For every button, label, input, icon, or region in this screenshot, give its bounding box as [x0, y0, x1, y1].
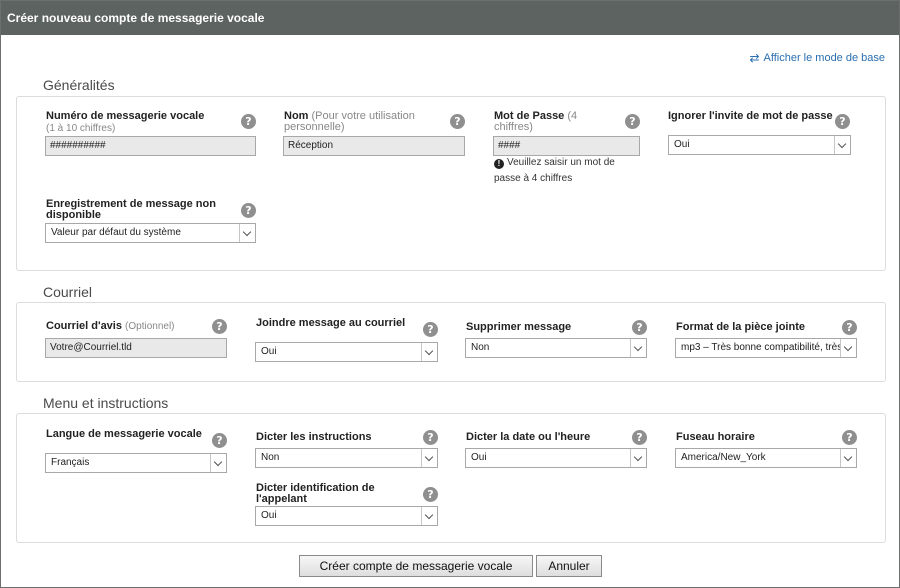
help-icon[interactable]: ? [212, 319, 227, 334]
language-label: Langue de messagerie vocale [46, 428, 202, 440]
name-input[interactable]: Réception [283, 136, 465, 156]
attach-label: Joindre message au courriel [256, 317, 406, 329]
password-input[interactable]: #### [493, 136, 640, 156]
unavailable-message-label: Enregistrement de message non disponible [46, 198, 216, 221]
chevron-down-icon [630, 449, 646, 467]
password-label: Mot de Passe (4 chiffres) [494, 110, 578, 133]
mailbox-number-label: Numéro de messagerie vocale (1 à 10 chiff… [46, 110, 205, 135]
help-icon[interactable]: ? [632, 430, 647, 445]
help-icon[interactable]: ? [241, 114, 256, 129]
name-label: Nom (Pour votre utilisation personnelle) [284, 110, 415, 133]
help-icon[interactable]: ? [835, 114, 850, 129]
create-button[interactable]: Créer compte de messagerie vocale [299, 555, 533, 577]
timezone-select[interactable]: America/New_York [675, 448, 857, 468]
warning-icon: ! [494, 159, 504, 169]
mailbox-number-input[interactable]: ########## [45, 136, 256, 156]
timezone-label: Fuseau horaire [676, 431, 755, 443]
help-icon[interactable]: ? [632, 320, 647, 335]
unavailable-message-select[interactable]: Valeur par défaut du système [45, 223, 256, 243]
general-panel: Numéro de messagerie vocale (1 à 10 chiff… [16, 96, 886, 271]
help-icon[interactable]: ? [241, 203, 256, 218]
skip-prompt-label: Ignorer l'invite de mot de passe [668, 110, 833, 122]
chevron-down-icon [239, 224, 255, 242]
chevron-down-icon [421, 449, 437, 467]
chevron-down-icon [210, 454, 226, 472]
chevron-down-icon [840, 339, 856, 357]
chevron-down-icon [834, 136, 850, 154]
delete-select[interactable]: Non [465, 338, 647, 358]
create-voicemail-dialog: Créer nouveau compte de messagerie vocal… [0, 0, 900, 588]
language-select[interactable]: Français [45, 453, 227, 473]
cancel-button[interactable]: Annuler [536, 555, 602, 577]
swap-icon: ⇄ [749, 51, 760, 65]
menu-panel: Langue de messagerie vocale ? Français D… [16, 413, 886, 543]
section-title-menu: Menu et instructions [43, 395, 169, 411]
section-title-general: Généralités [43, 77, 115, 93]
dialog-title: Créer nouveau compte de messagerie vocal… [1, 1, 899, 35]
notify-email-label: Courriel d'avis (Optionnel) [46, 320, 175, 333]
attach-select[interactable]: Oui [255, 342, 438, 362]
section-title-email: Courriel [43, 284, 93, 300]
skip-prompt-select[interactable]: Oui [668, 135, 851, 155]
help-icon[interactable]: ? [212, 433, 227, 448]
help-icon[interactable]: ? [842, 320, 857, 335]
format-label: Format de la pièce jointe [676, 321, 805, 333]
password-warning: ! Veuillez saisir un mot de passe à 4 chi… [494, 157, 615, 184]
help-icon[interactable]: ? [423, 430, 438, 445]
email-panel: Courriel d'avis (Optionnel) ? Votre@Cour… [16, 302, 886, 382]
datetime-select[interactable]: Oui [465, 448, 647, 468]
help-icon[interactable]: ? [423, 487, 438, 502]
help-icon[interactable]: ? [625, 114, 640, 129]
chevron-down-icon [421, 507, 437, 525]
chevron-down-icon [840, 449, 856, 467]
help-icon[interactable]: ? [450, 114, 465, 129]
basic-mode-label: Afficher le mode de base [763, 52, 885, 64]
instructions-label: Dicter les instructions [256, 431, 372, 443]
delete-label: Supprimer message [466, 321, 572, 333]
help-icon[interactable]: ? [842, 430, 857, 445]
chevron-down-icon [421, 343, 437, 361]
notify-email-input[interactable]: Votre@Courriel.tld [45, 338, 227, 358]
datetime-label: Dicter la date ou l'heure [466, 431, 591, 443]
format-select[interactable]: mp3 – Très bonne compatibilité, très [675, 338, 857, 358]
chevron-down-icon [630, 339, 646, 357]
caller-id-select[interactable]: Oui [255, 506, 438, 526]
help-icon[interactable]: ? [423, 322, 438, 337]
basic-mode-link[interactable]: ⇄ Afficher le mode de base [749, 52, 885, 64]
caller-id-label: Dicter identification de l'appelant [256, 482, 375, 505]
instructions-select[interactable]: Non [255, 448, 438, 468]
